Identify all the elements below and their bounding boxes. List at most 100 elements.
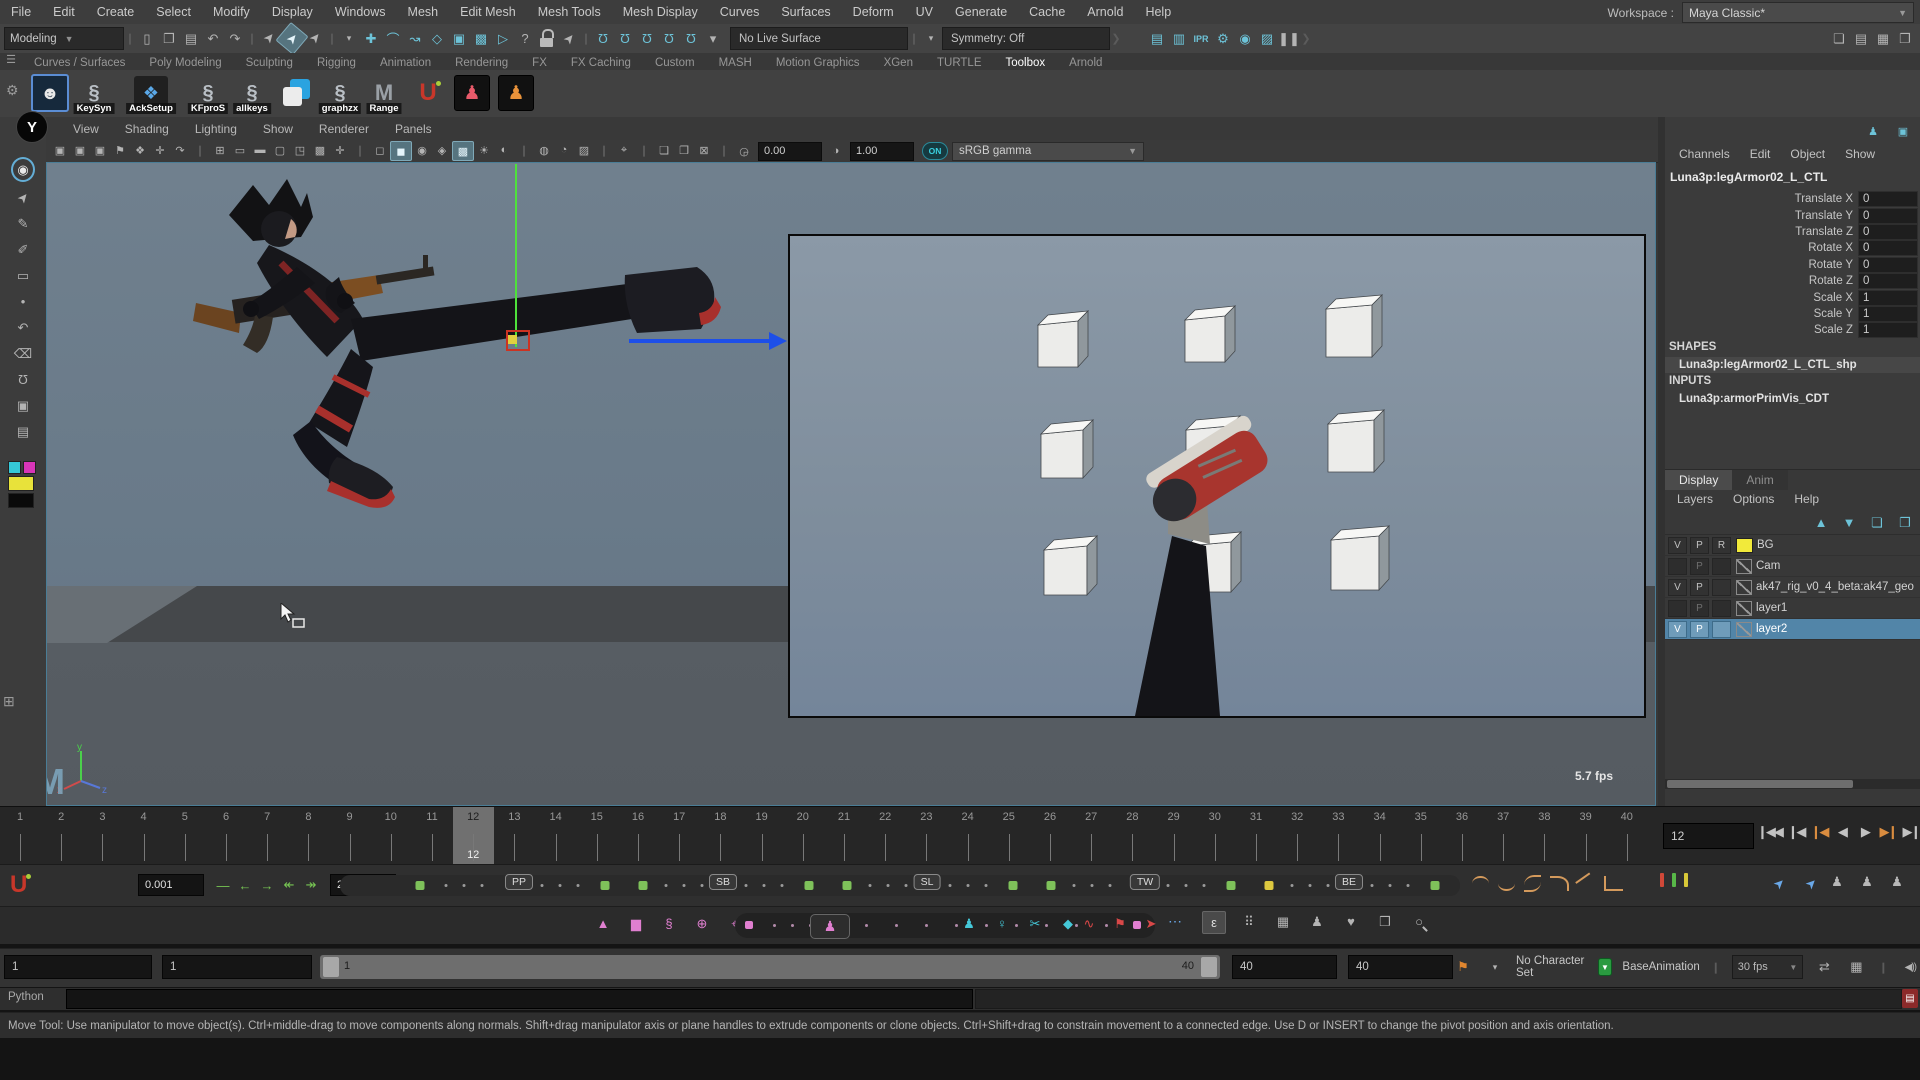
shelf-tab-custom[interactable]: Custom xyxy=(643,56,707,70)
shelf-tab-motion-graphics[interactable]: Motion Graphics xyxy=(764,56,872,70)
channel-box-toggle-icon[interactable]: ❐ xyxy=(1894,28,1916,49)
panel-divider[interactable] xyxy=(1658,117,1665,806)
fps-dropdown[interactable]: 30 fps▼ xyxy=(1732,955,1804,979)
tick-spacing-field[interactable]: 0.001 xyxy=(138,874,204,896)
reference-cell[interactable]: R xyxy=(1712,537,1731,554)
shelf-item-kfpros[interactable]: §KFproS xyxy=(188,72,228,114)
shelf-tab-rigging[interactable]: Rigging xyxy=(305,56,368,70)
live-surface-field[interactable]: No Live Surface xyxy=(730,27,908,50)
channel-menu-object[interactable]: Object xyxy=(1780,147,1835,161)
visibility-cell[interactable]: V xyxy=(1668,579,1687,596)
manipulator-axis-line[interactable] xyxy=(515,164,517,347)
character-model[interactable] xyxy=(101,171,821,531)
reference-cell[interactable] xyxy=(1712,600,1731,617)
move-layer-up-icon[interactable]: ▲ xyxy=(1810,512,1832,533)
clapperboard-icon[interactable]: ▦ xyxy=(1845,957,1867,978)
layer-menu-options[interactable]: Options xyxy=(1723,492,1784,506)
snap-to-view-planes-icon[interactable]: Ω xyxy=(680,28,702,49)
shelf-tab-mash[interactable]: MASH xyxy=(707,56,764,70)
help-mode-icon[interactable]: ? xyxy=(514,28,536,49)
layer-triangle-swatch[interactable] xyxy=(1736,580,1752,595)
layer-triangle-swatch[interactable] xyxy=(1736,622,1752,637)
channel-menu-edit[interactable]: Edit xyxy=(1740,147,1781,161)
eye-tool-icon[interactable]: ◉ xyxy=(11,157,35,182)
animation-start-field[interactable]: 1 xyxy=(4,955,152,979)
tool-settings-toggle-icon[interactable]: ▦ xyxy=(1872,28,1894,49)
menu-windows[interactable]: Windows xyxy=(324,5,397,19)
select-key-cursor-icon[interactable]: ➤ xyxy=(1764,868,1794,898)
character-tool-icon[interactable]: ♟ xyxy=(958,913,980,934)
pin-icon[interactable]: ♀ xyxy=(991,913,1013,934)
channel-value-field[interactable]: 0 xyxy=(1858,273,1918,289)
playback-end-field[interactable]: 40 xyxy=(1232,955,1337,979)
make-live-icon[interactable]: ▩ xyxy=(470,28,492,49)
shelf-item-head[interactable]: ☻ xyxy=(30,72,70,114)
animation-end-field[interactable]: 40 xyxy=(1348,955,1453,979)
slider-character-button[interactable]: ♟ xyxy=(810,914,850,939)
menu-surfaces[interactable]: Surfaces xyxy=(770,5,841,19)
reference-cell[interactable] xyxy=(1712,621,1731,638)
isolate-select-icon[interactable]: ⌖ xyxy=(614,141,634,159)
snap-plane-icon[interactable]: ◇ xyxy=(426,28,448,49)
channel-value-field[interactable]: 1 xyxy=(1858,322,1918,338)
yellow-key-icon[interactable] xyxy=(1684,873,1688,887)
graph-icon[interactable]: ▆ xyxy=(625,913,647,934)
camera-lock-icon[interactable]: ▣ xyxy=(50,141,70,159)
textured-icon[interactable]: ◉ xyxy=(412,141,432,159)
menu-generate[interactable]: Generate xyxy=(944,5,1018,19)
camera-attributes-icon[interactable]: ▣ xyxy=(90,141,110,159)
channel-menu-channels[interactable]: Channels xyxy=(1669,147,1740,161)
image-plane-display-icon[interactable]: ▩ xyxy=(310,141,330,159)
shelf-tab-curves-surfaces[interactable]: Curves / Surfaces xyxy=(22,56,137,70)
symmetry-caret-icon[interactable]: ▾ xyxy=(920,28,942,49)
diamond-tool-icon[interactable]: ◆ xyxy=(1057,913,1079,934)
playback-cell[interactable]: P xyxy=(1690,579,1709,596)
next-key-icon[interactable]: ↠ xyxy=(300,875,322,896)
shelf-tab-sculpting[interactable]: Sculpting xyxy=(234,56,305,70)
move-manipulator-arrow[interactable] xyxy=(629,339,769,343)
speaker-icon[interactable]: ◀)) xyxy=(1899,957,1920,978)
playback-cell[interactable]: P xyxy=(1690,537,1709,554)
shadows-icon[interactable]: ◐ xyxy=(494,141,514,159)
current-frame-field[interactable]: 12 xyxy=(1663,823,1754,849)
shelf-item-range[interactable]: MRange xyxy=(364,72,404,114)
playback-cell[interactable]: P xyxy=(1690,621,1709,638)
pivot-icon[interactable]: ✛ xyxy=(150,141,170,159)
shelf-item-acksetup[interactable]: ❖AckSetup xyxy=(118,72,184,114)
channel-value-field[interactable]: 0 xyxy=(1858,224,1918,240)
tweezers-icon[interactable]: ✂ xyxy=(1024,913,1046,934)
pen-tool-icon[interactable]: ✐ xyxy=(12,239,34,260)
plugin-logo[interactable]: U xyxy=(10,871,27,899)
clipboard-icon[interactable]: ▤ xyxy=(12,421,34,442)
playback-cell[interactable]: P xyxy=(1690,558,1709,575)
character-walk-icon[interactable]: ♟ xyxy=(1856,871,1878,892)
layer-color-swatch[interactable] xyxy=(1736,538,1753,553)
snap-together-icon[interactable]: ▷ xyxy=(492,28,514,49)
region-render-icon[interactable]: ◳ xyxy=(290,141,310,159)
range-slider[interactable]: 1 40 xyxy=(320,955,1220,979)
search-icon[interactable]: ○ xyxy=(1408,911,1430,932)
attribute-editor-toggle-icon[interactable]: ▤ xyxy=(1850,28,1872,49)
step-back-key-button[interactable]: ❙◀ xyxy=(1810,821,1828,842)
new-scene-icon[interactable]: ▯ xyxy=(136,28,158,49)
snap-to-grids-icon[interactable]: Ω xyxy=(592,28,614,49)
ease-both-icon[interactable] xyxy=(1524,875,1541,892)
menu-modify[interactable]: Modify xyxy=(202,5,261,19)
rocket-icon[interactable]: ▲ xyxy=(592,913,614,934)
texture-paint-icon[interactable]: ▨ xyxy=(1256,28,1278,49)
playback-cell[interactable]: P xyxy=(1690,600,1709,617)
save-scene-icon[interactable]: ▤ xyxy=(180,28,202,49)
panel-menu-show[interactable]: Show xyxy=(250,122,306,136)
snap-view-icon[interactable]: ▣ xyxy=(448,28,470,49)
shelf-item-redchar[interactable]: ♟ xyxy=(452,72,492,114)
shelf-item-keysyn[interactable]: §KeySyn xyxy=(74,72,114,114)
visibility-cell[interactable] xyxy=(1668,600,1687,617)
previous-key-icon[interactable]: ↞ xyxy=(278,875,300,896)
shelf-item-cube[interactable] xyxy=(276,72,316,114)
layer-row-layer2[interactable]: VPlayer2 xyxy=(1665,619,1920,640)
contrast-field[interactable]: 1.00 xyxy=(850,142,914,161)
snap-options-caret-icon[interactable]: ▾ xyxy=(702,28,724,49)
pixel-snap-icon[interactable]: ⊠ xyxy=(694,141,714,159)
go-to-end-button[interactable]: ▶❙ xyxy=(1902,821,1920,842)
snapshot-copy-icon[interactable]: ❏ xyxy=(654,141,674,159)
